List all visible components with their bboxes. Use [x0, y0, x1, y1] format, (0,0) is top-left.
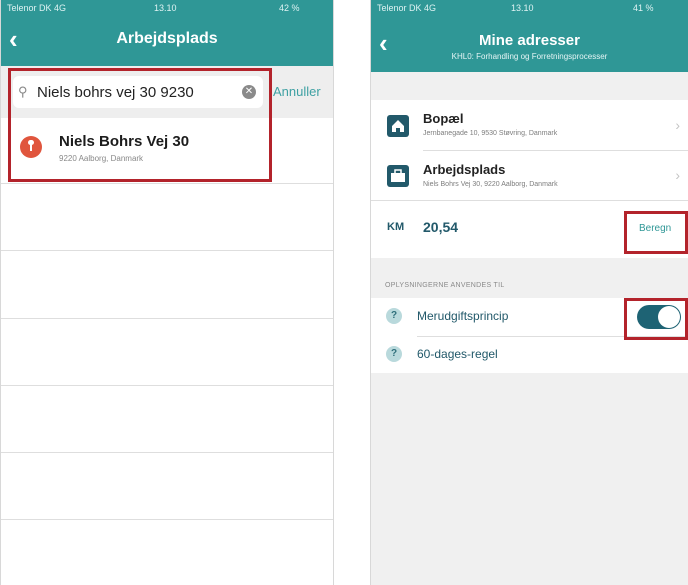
divider	[1, 385, 333, 386]
usage-label: 60-dages-regel	[417, 347, 498, 361]
highlight-box	[624, 298, 688, 340]
clock: 13.10	[154, 3, 177, 13]
home-icon	[387, 115, 409, 137]
divider	[1, 318, 333, 319]
spacer	[371, 72, 688, 100]
carrier-label: Telenor DK 4G	[7, 3, 67, 13]
address-subtitle: Niels Bohrs Vej 30, 9220 Aalborg, Danmar…	[423, 181, 558, 188]
usage-row-60-dages: ? 60-dages-regel	[371, 337, 688, 373]
page-subtitle: KHL0: Forhandling og Forretningsprocesse…	[451, 52, 608, 61]
battery-label: 41 %	[633, 3, 654, 13]
nav-bar: ‹ Arbejdsplads	[1, 16, 333, 66]
help-icon[interactable]: ?	[386, 308, 402, 324]
highlight-box	[8, 68, 272, 182]
section-header-band	[371, 258, 688, 298]
divider	[1, 183, 333, 184]
status-bar: Telenor DK 4G 13.10 42 %	[1, 0, 333, 16]
page-title: Arbejdsplads	[116, 30, 218, 47]
chevron-right-icon: ›	[675, 167, 680, 183]
usage-label: Merudgiftsprincip	[417, 309, 509, 323]
divider	[1, 452, 333, 453]
address-row-arbejdsplads[interactable]: Arbejdsplads Niels Bohrs Vej 30, 9220 Aa…	[371, 151, 688, 200]
highlight-box	[624, 211, 688, 254]
section-header: OPLYSNINGERNE ANVENDES TIL	[385, 282, 505, 289]
page-title: Mine adresser	[479, 32, 580, 49]
phone-screen-mine-adresser: Telenor DK 4G 13.10 41 % ‹ Mine adresser…	[370, 0, 688, 585]
divider	[1, 250, 333, 251]
km-value: 20,54	[423, 219, 459, 235]
empty-area	[371, 373, 688, 585]
status-bar: Telenor DK 4G 13.10 41 %	[371, 0, 688, 16]
address-title: Arbejdsplads	[423, 162, 506, 177]
nav-bar: ‹ Mine adresser KHL0: Forhandling og For…	[371, 16, 688, 72]
chevron-right-icon: ›	[675, 117, 680, 133]
km-label: KM	[387, 221, 405, 233]
cancel-button[interactable]: Annuller	[273, 84, 321, 99]
address-subtitle: Jernbanegade 10, 9530 Støvring, Danmark	[423, 130, 558, 137]
battery-label: 42 %	[279, 3, 300, 13]
clock: 13.10	[511, 3, 534, 13]
address-title: Bopæl	[423, 111, 464, 126]
carrier-label: Telenor DK 4G	[377, 3, 437, 13]
address-row-bopael[interactable]: Bopæl Jernbanegade 10, 9530 Støvring, Da…	[371, 100, 688, 150]
divider	[1, 519, 333, 520]
briefcase-icon	[387, 165, 409, 187]
help-icon[interactable]: ?	[386, 346, 402, 362]
